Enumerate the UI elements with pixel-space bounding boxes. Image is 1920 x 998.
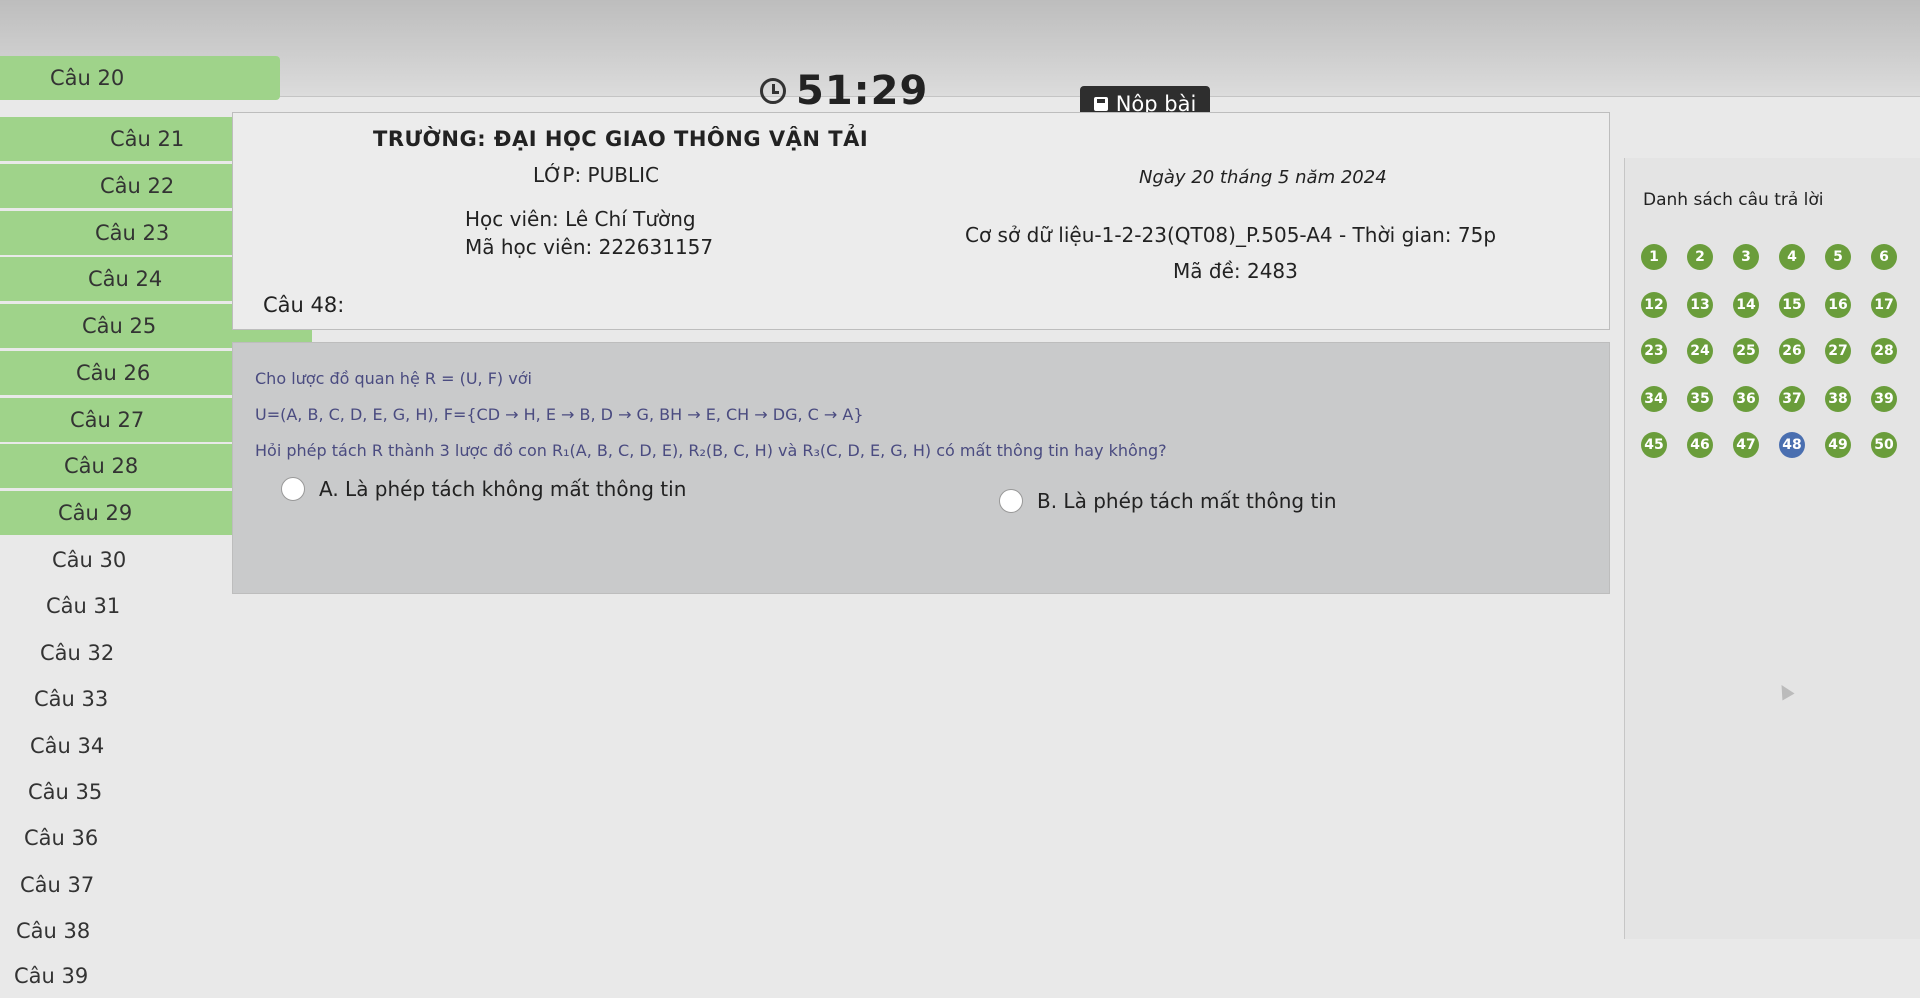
question-text-line-1: Cho lược đồ quan hệ R = (U, F) với: [255, 369, 532, 388]
nav-item-label: Câu 37: [20, 873, 95, 897]
answer-bubble[interactable]: 36: [1733, 386, 1759, 412]
answer-bubble[interactable]: 50: [1871, 432, 1897, 458]
option-a-label: A. Là phép tách không mất thông tin: [319, 477, 687, 501]
answer-bubble[interactable]: 47: [1733, 432, 1759, 458]
answer-bubble[interactable]: 15: [1779, 292, 1805, 318]
answer-bubble[interactable]: 5: [1825, 244, 1851, 270]
student-name: Học viên: Lê Chí Tường: [465, 207, 696, 231]
nav-item-label: Câu 36: [24, 826, 99, 850]
question-title: Câu 48:: [263, 293, 345, 317]
class-name: LỚP: PUBLIC: [533, 163, 659, 187]
answer-bubble[interactable]: 17: [1871, 292, 1897, 318]
answer-bubble[interactable]: 6: [1871, 244, 1897, 270]
answer-bubble[interactable]: 46: [1687, 432, 1713, 458]
option-b-label: B. Là phép tách mất thông tin: [1037, 489, 1337, 513]
nav-item-label: Câu 25: [82, 314, 157, 338]
nav-item-label: Câu 28: [64, 454, 139, 478]
answer-bubble[interactable]: 38: [1825, 386, 1851, 412]
nav-item-label: Câu 27: [70, 408, 145, 432]
option-b-radio[interactable]: [999, 489, 1023, 513]
answer-bubble[interactable]: 27: [1825, 338, 1851, 364]
school-name: TRƯỜNG: ĐẠI HỌC GIAO THÔNG VẬN TẢI: [373, 127, 869, 151]
nav-item-label: Câu 35: [28, 780, 103, 804]
answer-bubble[interactable]: 39: [1871, 386, 1897, 412]
question-panel: Cho lược đồ quan hệ R = (U, F) với U=(A,…: [232, 342, 1610, 594]
answer-bubble[interactable]: 35: [1687, 386, 1713, 412]
nav-item-label: Câu 24: [88, 267, 163, 291]
nav-item-question[interactable]: Câu 37: [0, 863, 250, 907]
nav-item-question[interactable]: Câu 32: [0, 631, 270, 675]
answer-bubble[interactable]: 37: [1779, 386, 1805, 412]
answer-bubble[interactable]: 45: [1641, 432, 1667, 458]
answer-list-panel: Danh sách câu trả lời 1 2 3 4 5 6 12 13 14 15 16 17…: [1624, 158, 1920, 939]
answer-bubble[interactable]: 4: [1779, 244, 1805, 270]
answer-bubble[interactable]: 14: [1733, 292, 1759, 318]
clock-icon: [760, 78, 786, 104]
nav-item-label: Câu 26: [76, 361, 151, 385]
nav-item-label: Câu 38: [16, 919, 91, 943]
timer-value: 51:29: [796, 68, 929, 114]
option-a[interactable]: A. Là phép tách không mất thông tin: [281, 477, 686, 501]
exam-date: Ngày 20 tháng 5 năm 2024: [1139, 167, 1387, 188]
nav-item-label: Câu 29: [58, 501, 133, 525]
answer-bubble[interactable]: 13: [1687, 292, 1713, 318]
nav-item-question[interactable]: Câu 33: [0, 677, 264, 721]
nav-item-label: Câu 34: [30, 734, 105, 758]
answer-bubble[interactable]: 12: [1641, 292, 1667, 318]
answer-bubble[interactable]: 48: [1779, 432, 1805, 458]
nav-item-label: Câu 30: [52, 548, 127, 572]
nav-item-question[interactable]: Câu 35: [0, 770, 258, 814]
question-text-line-3: Hỏi phép tách R thành 3 lược đồ con R₁(A…: [255, 441, 1167, 460]
course-info: Cơ sở dữ liệu-1-2-23(QT08)_P.505-A4 - Th…: [965, 223, 1497, 247]
nav-item-label: Câu 33: [34, 687, 109, 711]
exam-header: TRƯỜNG: ĐẠI HỌC GIAO THÔNG VẬN TẢI LỚP: …: [232, 112, 1610, 330]
nav-item-label: Câu 32: [40, 641, 115, 665]
answer-list-title: Danh sách câu trả lời: [1643, 190, 1824, 210]
answer-bubble[interactable]: 3: [1733, 244, 1759, 270]
question-nav: Câu 20 Câu 21 Câu 22 Câu 23 Câu 24 Câu 25 Câu …: [0, 56, 340, 988]
answer-bubble[interactable]: 34: [1641, 386, 1667, 412]
nav-item-label: Câu 22: [100, 174, 175, 198]
answer-bubble[interactable]: 49: [1825, 432, 1851, 458]
option-a-radio[interactable]: [281, 477, 305, 501]
save-icon: [1093, 97, 1108, 111]
nav-item-label: Câu 21: [110, 127, 185, 151]
nav-item-question[interactable]: Câu 36: [0, 816, 254, 860]
nav-item-question[interactable]: Câu 34: [0, 724, 260, 768]
nav-item-label: Câu 31: [46, 594, 121, 618]
nav-item-question[interactable]: Câu 39: [0, 954, 244, 998]
answer-bubble[interactable]: 26: [1779, 338, 1805, 364]
top-bar: [0, 0, 1920, 97]
nav-item-label: Câu 39: [14, 964, 89, 988]
exam-code: Mã đề: 2483: [1173, 259, 1298, 283]
nav-item-question[interactable]: Câu 38: [0, 909, 246, 953]
answer-bubble[interactable]: 2: [1687, 244, 1713, 270]
answer-bubble[interactable]: 24: [1687, 338, 1713, 364]
answer-bubble[interactable]: 16: [1825, 292, 1851, 318]
answer-bubble[interactable]: 25: [1733, 338, 1759, 364]
answer-bubble[interactable]: 1: [1641, 244, 1667, 270]
question-text-line-2: U=(A, B, C, D, E, G, H), F={CD → H, E → …: [255, 405, 864, 424]
nav-item-label: Câu 20: [50, 66, 125, 90]
timer: 51:29: [760, 68, 928, 114]
option-b[interactable]: B. Là phép tách mất thông tin: [999, 489, 1337, 513]
answer-bubble[interactable]: 23: [1641, 338, 1667, 364]
nav-item-question[interactable]: Câu 20: [0, 56, 280, 100]
answer-bubble[interactable]: 28: [1871, 338, 1897, 364]
nav-item-label: Câu 23: [95, 221, 170, 245]
student-id: Mã học viên: 222631157: [465, 235, 714, 259]
